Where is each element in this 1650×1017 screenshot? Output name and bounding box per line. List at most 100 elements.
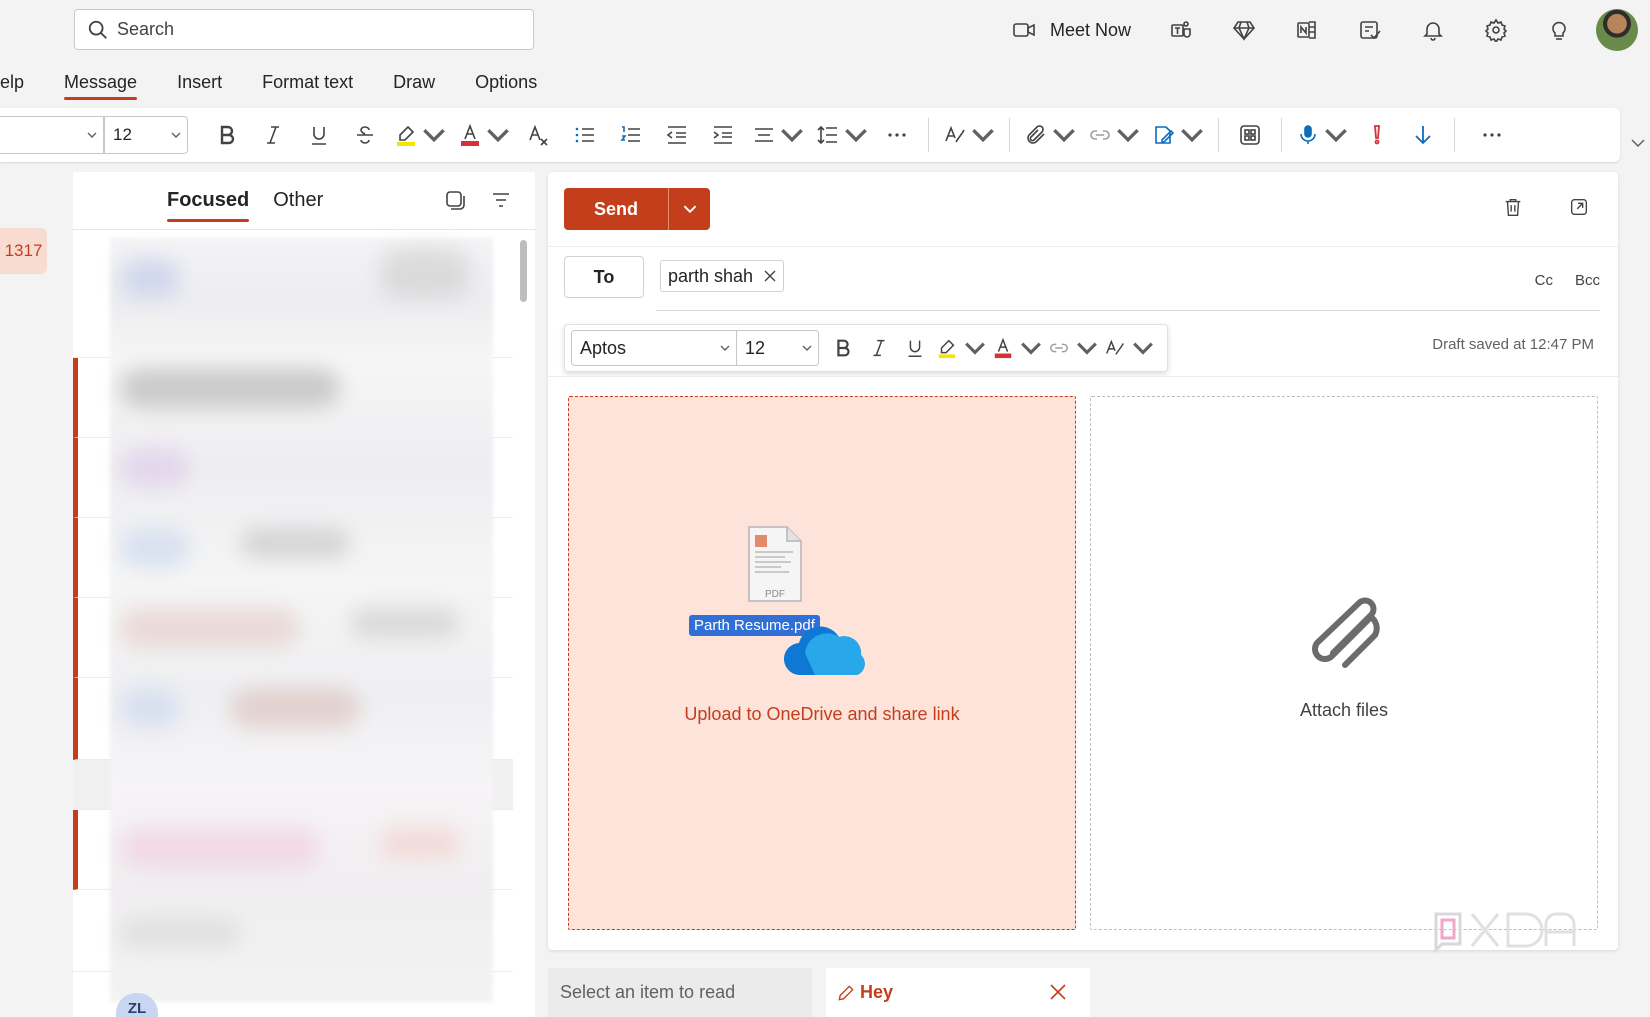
align-icon <box>755 128 773 142</box>
tab-other[interactable]: Other <box>273 189 323 212</box>
underline-button[interactable] <box>897 330 933 366</box>
align-button[interactable] <box>746 115 810 155</box>
font-size-dropdown[interactable]: 12 <box>104 116 188 154</box>
send-options-button[interactable] <box>668 188 710 230</box>
send-group: Send <box>564 188 710 230</box>
font-name-dropdown[interactable]: Aptos <box>571 330 737 366</box>
italic-icon <box>267 126 279 144</box>
recipient-name: parth shah <box>668 265 754 286</box>
bold-button[interactable] <box>825 330 861 366</box>
draft-tab[interactable]: Hey <box>826 968 1090 1017</box>
chevron-down-icon <box>1181 129 1203 143</box>
cc-button[interactable]: Cc <box>1535 272 1553 289</box>
unread-count-badge[interactable]: 1317 <box>0 228 47 274</box>
highlight-button[interactable] <box>388 115 452 155</box>
increase-indent-button[interactable] <box>700 115 746 155</box>
send-button[interactable]: Send <box>564 188 668 230</box>
close-icon[interactable] <box>763 269 777 283</box>
signature-icon <box>1155 126 1175 144</box>
font-name-value: Aptos <box>580 337 627 358</box>
highlighter-icon <box>938 339 956 359</box>
notifications-button[interactable] <box>1401 8 1464 52</box>
font-color-button[interactable] <box>989 330 1045 366</box>
bold-icon <box>837 339 850 357</box>
tab-focused[interactable]: Focused <box>167 189 250 222</box>
trash-icon[interactable] <box>1502 196 1524 218</box>
tab-message[interactable]: Message <box>44 64 157 102</box>
onenote-button[interactable] <box>1275 8 1338 52</box>
recipient-chip[interactable]: parth shah <box>660 260 785 292</box>
paperclip-icon <box>1312 597 1380 668</box>
bold-icon <box>220 125 235 145</box>
filter-icon[interactable] <box>489 188 513 212</box>
tab-format-text[interactable]: Format text <box>242 64 373 102</box>
italic-icon <box>873 339 885 357</box>
font-color-button[interactable] <box>452 115 516 155</box>
numbering-button[interactable] <box>608 115 654 155</box>
teams-button[interactable] <box>1149 8 1212 52</box>
select-mode-icon[interactable] <box>443 188 467 212</box>
clear-formatting-button[interactable] <box>516 115 562 155</box>
font-name-dropdown[interactable] <box>0 116 104 154</box>
italic-button[interactable] <box>250 115 296 155</box>
todo-button[interactable] <box>1338 8 1401 52</box>
editor-button[interactable] <box>1101 330 1157 366</box>
low-importance-button[interactable] <box>1400 115 1446 155</box>
dictate-button[interactable] <box>1290 115 1354 155</box>
draft-tab-label: Hey <box>860 982 894 1002</box>
attach-drop-zone[interactable]: Attach files <box>1090 396 1598 930</box>
font-size-dropdown[interactable]: 12 <box>737 330 819 366</box>
link-button[interactable] <box>1082 115 1146 155</box>
bullets-button[interactable] <box>562 115 608 155</box>
onenote-icon <box>1296 21 1316 39</box>
font-color-icon <box>461 123 479 146</box>
italic-button[interactable] <box>861 330 897 366</box>
meet-now-button[interactable]: Meet Now <box>994 8 1149 52</box>
tab-options[interactable]: Options <box>455 64 557 102</box>
avatar[interactable] <box>1596 9 1638 51</box>
underline-button[interactable] <box>296 115 342 155</box>
apps-button[interactable] <box>1227 115 1273 155</box>
strikethrough-button[interactable] <box>342 115 388 155</box>
line-spacing-button[interactable] <box>810 115 874 155</box>
search-box[interactable]: Search <box>74 9 534 50</box>
tab-help[interactable]: elp <box>0 64 44 102</box>
highlight-button[interactable] <box>933 330 989 366</box>
decrease-indent-button[interactable] <box>654 115 700 155</box>
close-icon[interactable] <box>1048 982 1068 1002</box>
chevron-down-icon <box>1077 342 1097 355</box>
link-button[interactable] <box>1045 330 1101 366</box>
chevron-down-icon <box>1325 129 1347 143</box>
ribbon-divider <box>1009 118 1010 152</box>
signature-button[interactable] <box>1146 115 1210 155</box>
more-formatting-button[interactable] <box>874 115 920 155</box>
premium-button[interactable] <box>1212 8 1275 52</box>
settings-button[interactable] <box>1464 8 1527 52</box>
to-button[interactable]: To <box>564 256 644 298</box>
chevron-down-icon <box>720 345 730 351</box>
editor-icon <box>945 125 965 143</box>
underline-icon <box>908 340 922 357</box>
bold-button[interactable] <box>204 115 250 155</box>
chevron-down-icon <box>87 132 97 138</box>
onedrive-drop-zone[interactable]: PDF Parth Resume.pdf Upload to OneDrive … <box>568 396 1076 930</box>
expand-ribbon-icon[interactable] <box>1626 130 1650 154</box>
tab-insert[interactable]: Insert <box>157 64 242 102</box>
font-size-value: 12 <box>745 337 766 358</box>
scrollbar[interactable] <box>520 240 527 302</box>
bcc-button[interactable]: Bcc <box>1575 272 1600 289</box>
tips-button[interactable] <box>1527 8 1590 52</box>
attach-drop-text: Attach files <box>1299 700 1389 720</box>
attach-button[interactable] <box>1018 115 1082 155</box>
link-icon <box>1090 130 1110 140</box>
editor-button[interactable] <box>937 115 1001 155</box>
high-importance-button[interactable] <box>1354 115 1400 155</box>
tab-draw[interactable]: Draw <box>373 64 455 102</box>
xda-watermark <box>1434 912 1576 954</box>
message-list-tools <box>443 188 513 212</box>
chevron-down-icon <box>845 129 867 143</box>
teams-icon <box>1170 21 1191 38</box>
reading-pane-tab[interactable]: Select an item to read <box>548 968 812 1017</box>
more-options-button[interactable] <box>1463 115 1521 155</box>
pop-out-icon[interactable] <box>1568 196 1590 218</box>
